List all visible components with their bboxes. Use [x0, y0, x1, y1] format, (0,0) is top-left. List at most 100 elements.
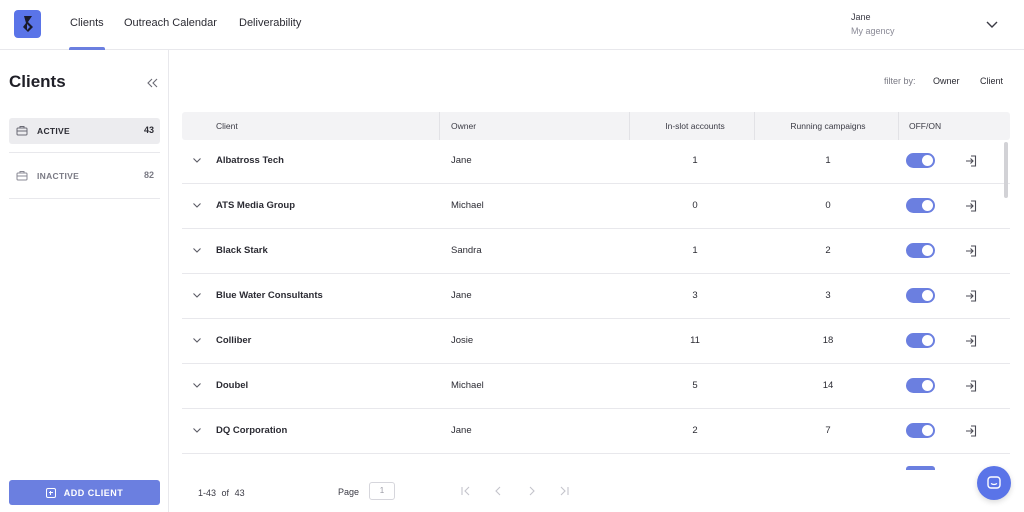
login-arrow-icon[interactable] [964, 154, 978, 168]
sidebar-item-active[interactable]: ACTIVE 43 [9, 118, 160, 144]
chevron-down-icon[interactable] [192, 337, 202, 344]
column-header-in-slot[interactable]: In-slot accounts [632, 112, 758, 140]
owner-name: Sandra [451, 245, 482, 256]
column-header-client[interactable]: Client [216, 112, 238, 140]
login-arrow-icon[interactable] [964, 244, 978, 258]
login-arrow-icon[interactable] [964, 424, 978, 438]
login-arrow-icon[interactable] [964, 334, 978, 348]
owner-name: Michael [451, 380, 484, 391]
tab-clients[interactable]: Clients [69, 0, 105, 50]
running-campaigns-count: 3 [825, 290, 831, 301]
filter-owner-button[interactable]: Owner [933, 76, 960, 86]
client-on-off-toggle[interactable] [906, 243, 935, 258]
table-row[interactable]: DQ Corporation Jane 2 7 [182, 409, 1010, 454]
in-slot-count: 1 [692, 155, 698, 166]
chat-icon [987, 476, 1001, 489]
client-on-off-toggle[interactable] [906, 378, 935, 393]
chat-button[interactable] [977, 466, 1011, 500]
divider [9, 152, 160, 153]
client-name[interactable]: Blue Water Consultants [216, 290, 323, 301]
column-separator [898, 112, 899, 140]
running-campaigns-count: 14 [822, 380, 834, 391]
chevron-down-icon[interactable] [192, 247, 202, 254]
tab-outreach-calendar[interactable]: Outreach Calendar [124, 0, 217, 50]
range-of: of [221, 488, 230, 498]
sidebar-item-count: 82 [143, 170, 154, 180]
top-navbar: Clients Outreach Calendar Deliverability… [0, 0, 1024, 50]
toggle-knob [922, 200, 933, 211]
sidebar: Clients ACTIVE 43 INACTIVE 82 ADD CLIENT [0, 50, 169, 512]
table-row[interactable]: Colliber Josie 11 18 [182, 319, 1010, 364]
tab-deliverability[interactable]: Deliverability [239, 0, 301, 50]
filter-label: filter by: [884, 76, 916, 86]
logo-icon[interactable] [14, 10, 41, 38]
first-page-icon[interactable] [460, 485, 472, 497]
login-arrow-icon[interactable] [964, 289, 978, 303]
client-name[interactable]: Black Stark [216, 245, 268, 256]
chevron-down-icon[interactable] [192, 427, 202, 434]
client-name[interactable]: Albatross Tech [216, 155, 284, 166]
client-name[interactable]: Doubel [216, 380, 248, 391]
chevron-down-icon[interactable] [192, 157, 202, 164]
client-name[interactable]: DQ Corporation [216, 425, 287, 436]
sidebar-item-inactive[interactable]: INACTIVE 82 [9, 163, 160, 189]
in-slot-count: 1 [692, 245, 698, 256]
toggle-knob [922, 335, 933, 346]
sidebar-title: Clients [9, 72, 66, 91]
column-header-owner[interactable]: Owner [451, 112, 476, 140]
table-row[interactable]: Blue Water Consultants Jane 3 3 [182, 274, 1010, 319]
briefcase-icon [16, 126, 28, 136]
in-slot-count: 5 [692, 380, 698, 391]
client-on-off-toggle[interactable] [906, 288, 935, 303]
page-number-input[interactable]: 1 [369, 482, 395, 500]
owner-name: Jane [451, 425, 472, 436]
in-slot-count: 0 [692, 200, 698, 211]
table-row[interactable]: ATS Media Group Michael 0 0 [182, 184, 1010, 229]
divider [9, 198, 160, 199]
plus-icon [45, 487, 56, 498]
client-on-off-toggle[interactable] [906, 423, 935, 438]
briefcase-icon [16, 171, 28, 181]
client-on-off-toggle[interactable] [906, 333, 935, 348]
running-campaigns-count: 7 [825, 425, 831, 436]
client-on-off-toggle[interactable] [906, 198, 935, 213]
pagination-range: 1-43 of 43 [198, 488, 245, 498]
toggle-knob [922, 425, 933, 436]
collapse-double-chevron-icon[interactable] [146, 78, 158, 88]
client-on-off-toggle[interactable] [906, 153, 935, 168]
chevron-down-icon[interactable] [985, 20, 999, 30]
client-name[interactable]: Colliber [216, 335, 251, 346]
user-name: Jane [851, 12, 871, 22]
column-header-running[interactable]: Running campaigns [760, 112, 896, 140]
filter-client-button[interactable]: Client [980, 76, 1003, 86]
sidebar-item-label: ACTIVE [37, 126, 70, 136]
in-slot-count: 3 [692, 290, 698, 301]
toggle-knob [922, 380, 933, 391]
range-total: 43 [234, 488, 245, 498]
table-row[interactable]: Albatross Tech Jane 1 1 [182, 139, 1010, 184]
client-name[interactable]: ATS Media Group [216, 200, 295, 211]
prev-page-icon[interactable] [492, 485, 504, 497]
next-page-icon[interactable] [526, 485, 538, 497]
sidebar-item-label: INACTIVE [37, 171, 80, 181]
running-campaigns-count: 2 [825, 245, 831, 256]
running-campaigns-count: 1 [825, 155, 831, 166]
chevron-down-icon[interactable] [192, 292, 202, 299]
table-scrollbar[interactable] [1004, 142, 1008, 198]
login-arrow-icon[interactable] [964, 379, 978, 393]
chevron-down-icon[interactable] [192, 202, 202, 209]
user-agency: My agency [851, 26, 895, 36]
owner-name: Jane [451, 155, 472, 166]
chevron-down-icon[interactable] [192, 382, 202, 389]
toggle-knob [922, 155, 933, 166]
in-slot-count: 11 [690, 335, 700, 346]
running-campaigns-count: 0 [825, 200, 831, 211]
last-page-icon[interactable] [558, 485, 570, 497]
table-row[interactable]: Doubel Michael 5 14 [182, 364, 1010, 409]
column-separator [754, 112, 755, 140]
table-header: Client Owner In-slot accounts Running ca… [182, 112, 1010, 140]
table-row[interactable]: Black Stark Sandra 1 2 [182, 229, 1010, 274]
add-client-button[interactable]: ADD CLIENT [9, 480, 160, 505]
login-arrow-icon[interactable] [964, 199, 978, 213]
pagination-footer: 1-43 of 43 Page 1 [170, 470, 1024, 512]
